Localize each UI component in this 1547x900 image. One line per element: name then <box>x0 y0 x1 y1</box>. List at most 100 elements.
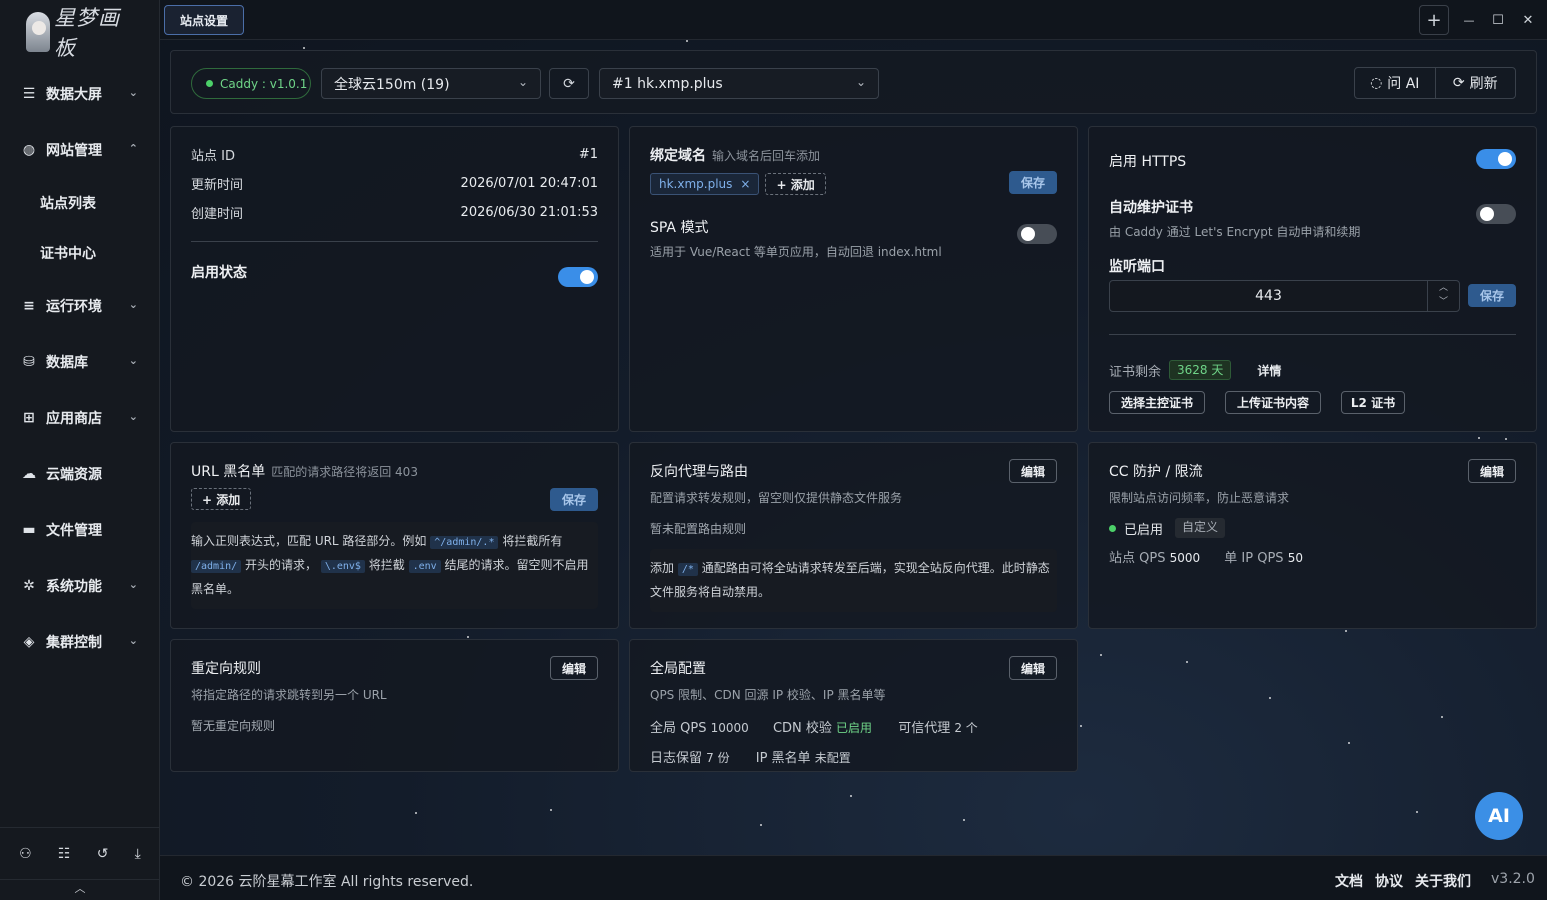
log-value: 7 份 <box>706 751 730 765</box>
new-tab-button[interactable]: + <box>1419 5 1449 35</box>
auto-cert-title: 自动维护证书 <box>1109 200 1193 216</box>
port-stepper[interactable]: ︿ ﹀ <box>1427 281 1459 311</box>
port-value: 443 <box>1255 288 1282 304</box>
app-logo[interactable]: 星梦画板 <box>26 6 136 60</box>
sidebar-item-database[interactable]: ⛁ 数据库 ⌄ <box>0 334 160 390</box>
sidebar-item-label: 应用商店 <box>46 411 102 427</box>
edit-global-button[interactable]: 编辑 <box>1009 656 1057 680</box>
sidebar-item-runtime[interactable]: ≡ 运行环境 ⌄ <box>0 278 160 334</box>
database-icon: ⛁ <box>23 354 35 370</box>
site-toolbar: Caddy : v1.0.1 全球云150m (19) ⌄ ⟳ #1 hk.xm… <box>170 50 1537 114</box>
caddy-status-badge[interactable]: Caddy : v1.0.1 <box>191 68 311 99</box>
sidebar-nav: ☰ 数据大屏 ⌄ ◍ 网站管理 ⌃ 站点列表 证书中心 ≡ 运行环境 ⌄ ⛁ 数… <box>0 66 160 670</box>
chevron-up-icon: ⌃ <box>128 142 138 155</box>
sidebar-item-files[interactable]: ▬ 文件管理 <box>0 502 160 558</box>
add-domain-button[interactable]: + 添加 <box>765 173 826 195</box>
refresh-button[interactable]: ⟳ 刷新 <box>1434 68 1516 98</box>
minimize-button[interactable]: — <box>1457 5 1481 35</box>
close-button[interactable]: ✕ <box>1516 5 1540 35</box>
sidebar-subitem-cert-center[interactable]: 证书中心 <box>0 228 160 278</box>
select-cert-button[interactable]: 选择主控证书 <box>1109 391 1205 414</box>
ask-ai-button[interactable]: ◌ 问 AI <box>1355 68 1435 98</box>
cc-title: CC 防护 / 限流 <box>1109 464 1203 480</box>
sidebar: 星梦画板 ☰ 数据大屏 ⌄ ◍ 网站管理 ⌃ 站点列表 证书中心 ≡ 运行环境 … <box>0 0 160 900</box>
sidebar-item-system[interactable]: ✲ 系统功能 ⌄ <box>0 558 160 614</box>
sidebar-item-site-management[interactable]: ◍ 网站管理 ⌃ <box>0 122 160 178</box>
network-icon[interactable]: ⚇ <box>19 846 32 862</box>
close-icon[interactable]: × <box>740 177 750 191</box>
copyright: © 2026 云阶星幕工作室 All rights reserved. <box>180 874 474 890</box>
cc-protection-card: CC 防护 / 限流 编辑 限制站点访问频率，防止恶意请求 已启用 自定义 站点… <box>1088 442 1537 629</box>
port-title: 监听端口 <box>1109 259 1165 275</box>
help-text: 结尾的请求。留空则不启用 <box>444 558 589 572</box>
sidebar-subitem-site-list[interactable]: 站点列表 <box>0 178 160 228</box>
blacklist-title: URL 黑名单 匹配的请求路径将返回 403 <box>191 461 598 481</box>
server-select[interactable]: 全球云150m (19) ⌄ <box>321 68 541 99</box>
redirect-title: 重定向规则 <box>191 661 261 677</box>
refresh-icon: ⟳ <box>1452 75 1465 91</box>
ip-qps-label: 单 IP QPS <box>1224 551 1284 566</box>
save-blacklist-button[interactable]: 保存 <box>550 488 598 511</box>
help-text: 添加 <box>650 561 675 575</box>
created-row: 创建时间 2026/06/30 21:01:53 <box>191 198 598 227</box>
chevron-down-icon: ⌄ <box>128 410 138 423</box>
chevron-up-icon[interactable]: ︿ <box>1428 281 1459 295</box>
help-text: 黑名单。 <box>191 582 240 596</box>
edit-redirect-button[interactable]: 编辑 <box>550 656 598 680</box>
edit-proxy-button[interactable]: 编辑 <box>1009 459 1057 483</box>
tab-site-settings[interactable]: 站点设置 <box>164 5 244 35</box>
terms-link[interactable]: 协议 <box>1375 871 1403 891</box>
chevron-down-icon[interactable]: ﹀ <box>1428 295 1459 309</box>
history-icon[interactable]: ↺ <box>97 846 109 862</box>
https-toggle[interactable] <box>1476 149 1516 169</box>
sidebar-item-label: 集群控制 <box>46 635 102 651</box>
cart-icon: ⊞ <box>23 410 35 426</box>
cert-remain-badge: 3628 天 <box>1169 360 1232 380</box>
maximize-button[interactable]: ☐ <box>1486 5 1510 35</box>
sidebar-item-label: 数据大屏 <box>46 87 102 103</box>
trusted-proxy-value: 2 个 <box>954 721 978 735</box>
domain-chip[interactable]: hk.xmp.plus × <box>650 173 760 195</box>
ask-ai-label: 问 AI <box>1387 76 1420 92</box>
port-input[interactable]: 443 ︿ ﹀ <box>1109 280 1460 312</box>
enable-status-label: 启用状态 <box>191 265 247 281</box>
docs-link[interactable]: 文档 <box>1335 871 1363 891</box>
sidebar-item-cloud[interactable]: ☁ 云端资源 <box>0 446 160 502</box>
edit-cc-button[interactable]: 编辑 <box>1468 459 1516 483</box>
proxy-title: 反向代理与路由 <box>650 464 748 480</box>
ip-blacklist-value: 未配置 <box>814 751 851 765</box>
sidebar-item-app-store[interactable]: ⊞ 应用商店 ⌄ <box>0 390 160 446</box>
ai-assistant-button[interactable]: AI <box>1475 792 1523 840</box>
cert-remain-row: 证书剩余 3628 天 详情 <box>1109 360 1281 380</box>
proxy-desc: 配置请求转发规则，留空则仅提供静态文件服务 <box>650 491 903 505</box>
cert-detail-link[interactable]: 详情 <box>1257 362 1281 379</box>
list-icon[interactable]: ☷ <box>58 846 71 862</box>
download-icon[interactable]: ⤓ <box>135 846 141 862</box>
trusted-proxy-label: 可信代理 <box>898 721 951 736</box>
refresh-label: 刷新 <box>1469 76 1498 92</box>
cc-mode-badge: 自定义 <box>1175 518 1226 538</box>
help-text: 输入正则表达式，匹配 URL 路径部分。例如 <box>191 534 427 548</box>
site-id-row: 站点 ID #1 <box>191 140 598 169</box>
l2-cert-button[interactable]: L2 证书 <box>1341 391 1405 414</box>
global-title: 全局配置 <box>650 661 706 677</box>
save-domain-button[interactable]: 保存 <box>1009 171 1057 194</box>
help-code: .env <box>408 560 441 573</box>
spa-toggle[interactable] <box>1017 224 1057 244</box>
sidebar-item-dashboard[interactable]: ☰ 数据大屏 ⌄ <box>0 66 160 122</box>
auto-cert-toggle[interactable] <box>1476 204 1516 224</box>
reload-servers-button[interactable]: ⟳ <box>549 68 589 99</box>
sidebar-item-label: 系统功能 <box>46 579 102 595</box>
add-blacklist-button[interactable]: + 添加 <box>191 488 252 510</box>
proxy-help: 添加 /* 通配路由可将全站请求转发至后端，实现全站反向代理。此时静态 文件服务… <box>650 549 1057 612</box>
about-link[interactable]: 关于我们 <box>1415 871 1471 891</box>
collapse-icon[interactable]: ︿ <box>0 879 160 900</box>
sidebar-item-cluster[interactable]: ◈ 集群控制 ⌄ <box>0 614 160 670</box>
site-select[interactable]: #1 hk.xmp.plus ⌄ <box>599 68 879 99</box>
cloud-icon: ☁ <box>22 466 36 482</box>
save-port-button[interactable]: 保存 <box>1468 284 1516 307</box>
enable-status-toggle[interactable] <box>558 267 598 287</box>
sidebar-footer-toolbar: ⚇ ☷ ↺ ⤓ <box>0 827 160 879</box>
domain-title-text: 绑定域名 <box>650 148 706 164</box>
upload-cert-button[interactable]: 上传证书内容 <box>1225 391 1321 414</box>
